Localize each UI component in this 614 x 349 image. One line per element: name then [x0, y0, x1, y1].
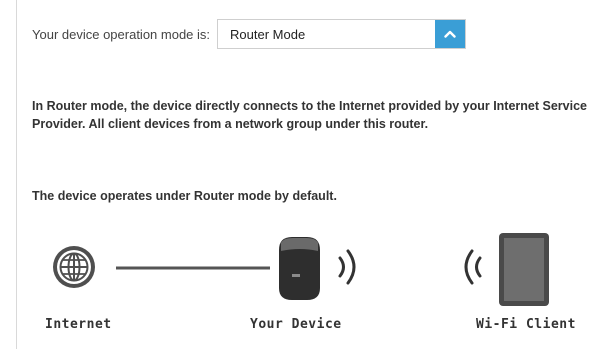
tablet-icon [499, 233, 549, 306]
internet-caption: Internet [45, 317, 112, 332]
device-caption: Your Device [250, 317, 342, 332]
globe-icon [53, 246, 95, 288]
operation-mode-value: Router Mode [230, 26, 306, 42]
router-device-icon [279, 237, 320, 300]
router-mode-diagram: Internet Your Device Wi-Fi Client [17, 225, 614, 335]
operation-mode-select[interactable]: Router Mode [217, 19, 467, 49]
default-mode-note: The device operates under Router mode by… [32, 189, 337, 203]
operation-mode-row: Your device operation mode is: Router Mo… [32, 19, 467, 49]
operation-mode-panel: Your device operation mode is: Router Mo… [16, 0, 614, 349]
wifi-signal-icon [464, 249, 482, 285]
operation-mode-label: Your device operation mode is: [32, 26, 211, 42]
wifi-signal-icon [338, 249, 356, 285]
client-caption: Wi-Fi Client [476, 317, 576, 332]
router-mode-description: In Router mode, the device directly conn… [32, 99, 587, 131]
chevron-up-icon[interactable] [435, 20, 466, 48]
